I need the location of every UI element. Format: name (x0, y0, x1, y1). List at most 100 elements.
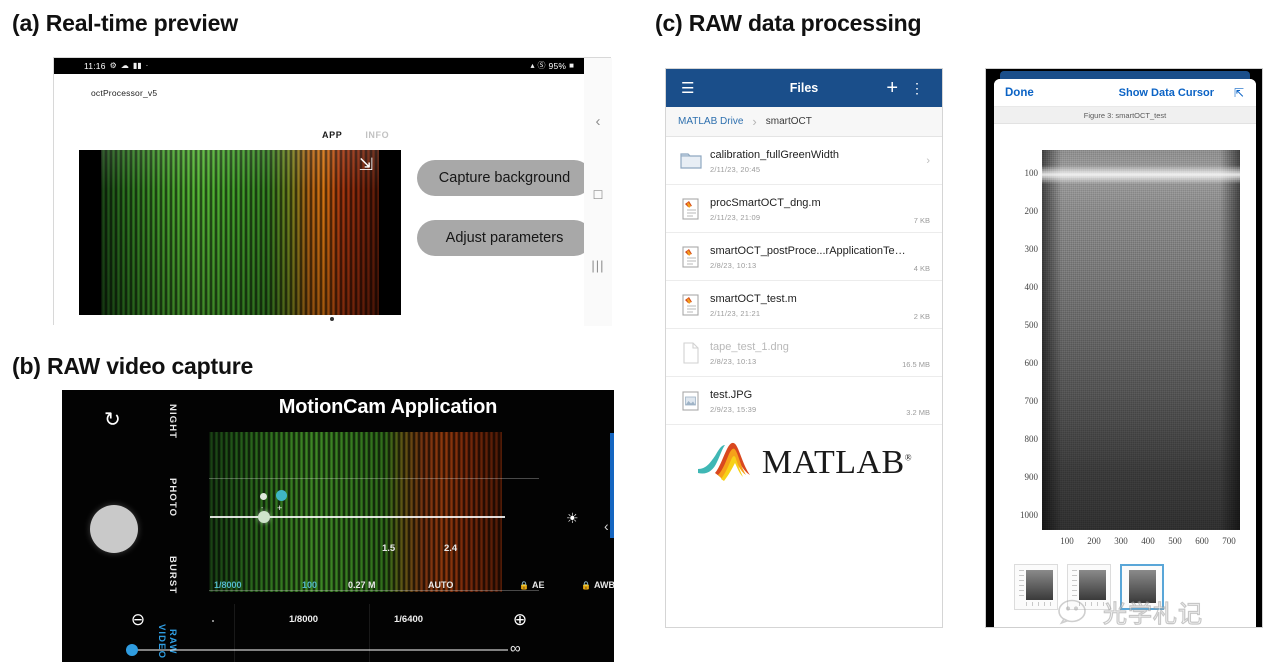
exposure-slider-knob[interactable] (258, 511, 270, 523)
setting-resolution[interactable]: 0.27 M (348, 580, 376, 590)
tab-app[interactable]: APP (322, 130, 342, 140)
list-item[interactable]: test.JPG 2/9/23, 15:39 3.2 MB (666, 377, 942, 425)
list-item[interactable]: smartOCT_postProce...rApplicationTestDat… (666, 233, 942, 281)
focus-point-active-marker[interactable] (276, 490, 287, 501)
setting-awb-lock[interactable]: 🔒 AWB (581, 580, 614, 590)
list-item[interactable]: procSmartOCT_dng.m 2/11/23, 21:09 7 KB (666, 185, 942, 233)
thumb-x-ticks (1079, 602, 1106, 606)
focus-point-marker[interactable] (260, 493, 267, 500)
figure-thumbnail-selected[interactable] (1120, 564, 1164, 610)
manage-videos-button[interactable]: MANAGE VIDEOS (610, 433, 614, 538)
file-name: calibration_fullGreenWidth (710, 148, 840, 161)
android-phone-screenshot: 11:16 ⚙ ☁ ▮▮ · ▴ Ⓢ 95% ■ octProcessor_v5… (54, 58, 612, 326)
chevron-left-icon[interactable]: ‹ (604, 518, 609, 534)
mode-photo[interactable]: PHOTO (156, 478, 178, 517)
back-icon[interactable]: ‹ (584, 113, 612, 130)
share-icon[interactable]: ⇱ (1234, 86, 1244, 100)
mode-burst[interactable]: BURST (156, 556, 178, 594)
camera-viewfinder-fringe[interactable] (209, 432, 502, 592)
exposure-slider-track[interactable] (210, 516, 505, 518)
done-button[interactable]: Done (1005, 87, 1034, 99)
mode-night[interactable]: NIGHT (156, 404, 178, 439)
overflow-menu-icon[interactable]: ⋮ (910, 81, 924, 95)
m-file-icon (676, 290, 706, 320)
do-not-disturb-icon: Ⓢ (537, 61, 546, 70)
list-item[interactable]: tape_test_1.dng 2/8/23, 10:13 16.5 MB (666, 329, 942, 377)
aperture-value-2[interactable]: 2.4 (444, 543, 457, 554)
y-tick: 900 (1024, 472, 1039, 482)
figure-thumbnail-strip (994, 557, 1256, 617)
battery-percent: 95% (548, 61, 567, 71)
motioncam-app-title: MotionCam Application (278, 396, 498, 418)
panel-a-caption: (a) Real-time preview (12, 10, 238, 36)
status-bar-left: 11:16 ⚙ ☁ ▮▮ · (84, 58, 148, 74)
plot-area[interactable]: 100 200 300 400 500 600 700 800 900 1000… (994, 124, 1256, 546)
chevron-right-icon[interactable]: › (926, 155, 942, 167)
aperture-value-1[interactable]: 1.5 (382, 543, 395, 554)
thumb-x-ticks (1026, 602, 1053, 606)
thumb-y-ticks (1019, 570, 1024, 600)
figure-title-bar: Figure 3: smartOCT_test (994, 107, 1256, 124)
file-text: procSmartOCT_dng.m 2/11/23, 21:09 (706, 196, 914, 222)
shutter-value-next[interactable]: 1/6400 (394, 614, 423, 625)
list-item[interactable]: smartOCT_test.m 2/11/23, 21:21 2 KB (666, 281, 942, 329)
list-item[interactable]: calibration_fullGreenWidth 2/11/23, 20:4… (666, 137, 942, 185)
tab-bar: APP INFO (322, 130, 389, 140)
adjust-parameters-button[interactable]: Adjust parameters (417, 220, 592, 256)
x-axis-tick-labels: 100 200 300 400 500 600 700 (1042, 536, 1252, 550)
tab-info[interactable]: INFO (365, 130, 389, 140)
y-tick: 200 (1024, 206, 1039, 216)
m-file-icon (676, 194, 706, 224)
m-file-icon (676, 242, 706, 272)
folder-icon (676, 146, 706, 176)
show-data-cursor-button[interactable]: Show Data Cursor (1119, 87, 1214, 99)
file-size: 16.5 MB (902, 360, 930, 369)
file-name: tape_test_1.dng (710, 340, 789, 353)
figure-thumbnail[interactable] (1014, 564, 1058, 610)
file-text: test.JPG 2/9/23, 15:39 (706, 388, 906, 414)
capture-background-button[interactable]: Capture background (417, 160, 592, 196)
file-date: 2/11/23, 21:09 (710, 212, 761, 222)
y-axis-tick-labels: 100 200 300 400 500 600 700 800 900 1000 (1002, 168, 1038, 528)
panel-b-caption: (b) RAW video capture (12, 353, 254, 379)
infinity-icon[interactable]: ∞ (510, 640, 521, 657)
file-date: 2/8/23, 10:13 (710, 260, 757, 270)
matlab-mobile-figure-viewer: Done Show Data Cursor ⇱ Figure 3: smartO… (985, 68, 1263, 628)
setting-ae-lock[interactable]: 🔒 AE (519, 580, 544, 590)
thumb-image (1079, 570, 1106, 600)
plus-icon[interactable]: + (886, 78, 898, 98)
thumb-image (1129, 570, 1156, 603)
home-icon[interactable]: ☐ (584, 188, 612, 202)
exposure-plus-label: + (277, 503, 283, 513)
matlab-wordmark: MATLAB® (762, 444, 912, 482)
setting-focus-mode[interactable]: AUTO (428, 580, 453, 590)
shutter-value-current[interactable]: 1/8000 (289, 614, 318, 625)
file-list: calibration_fullGreenWidth 2/11/23, 20:4… (666, 137, 942, 425)
files-app-bar: ☰ Files + ⋮ (666, 69, 942, 107)
divider (234, 604, 235, 662)
file-date: 2/9/23, 15:39 (710, 404, 757, 414)
matlab-drive-files-app: ☰ Files + ⋮ MATLAB Drive › smartOCT cali… (665, 68, 943, 628)
setting-shutter[interactable]: 1/8000 (214, 580, 242, 590)
panel-a-realtime-preview: 11:16 ⚙ ☁ ▮▮ · ▴ Ⓢ 95% ■ octProcessor_v5… (53, 57, 612, 326)
brightness-icon[interactable]: ☀ (566, 510, 579, 527)
app-surface: octProcessor_v5 APP INFO ⇲ Capture backg… (79, 74, 592, 326)
figure-thumbnail[interactable] (1067, 564, 1111, 610)
x-tick: 400 (1141, 536, 1155, 546)
status-bar: 11:16 ⚙ ☁ ▮▮ · ▴ Ⓢ 95% ■ (54, 58, 584, 74)
setting-iso[interactable]: 100 (302, 580, 317, 590)
flip-camera-icon[interactable]: ↻ (104, 407, 121, 432)
zoom-slider-track[interactable] (128, 649, 508, 651)
figure-sheet: Done Show Data Cursor ⇱ Figure 3: smartO… (994, 79, 1256, 627)
live-preview-viewport[interactable]: ⇲ (79, 150, 401, 315)
breadcrumb-root[interactable]: MATLAB Drive (678, 116, 743, 127)
zoom-slider-knob[interactable] (126, 644, 138, 656)
expand-arrows-icon[interactable]: ⇲ (353, 152, 379, 178)
file-text: calibration_fullGreenWidth 2/11/23, 20:4… (706, 148, 926, 174)
thumb-image (1026, 570, 1053, 600)
plus-circle-icon[interactable]: ⊕ (510, 610, 530, 630)
minus-circle-icon[interactable]: ⊖ (128, 610, 148, 630)
x-tick: 100 (1060, 536, 1074, 546)
shutter-button[interactable] (90, 505, 138, 553)
recents-icon[interactable]: ||| (584, 258, 612, 273)
